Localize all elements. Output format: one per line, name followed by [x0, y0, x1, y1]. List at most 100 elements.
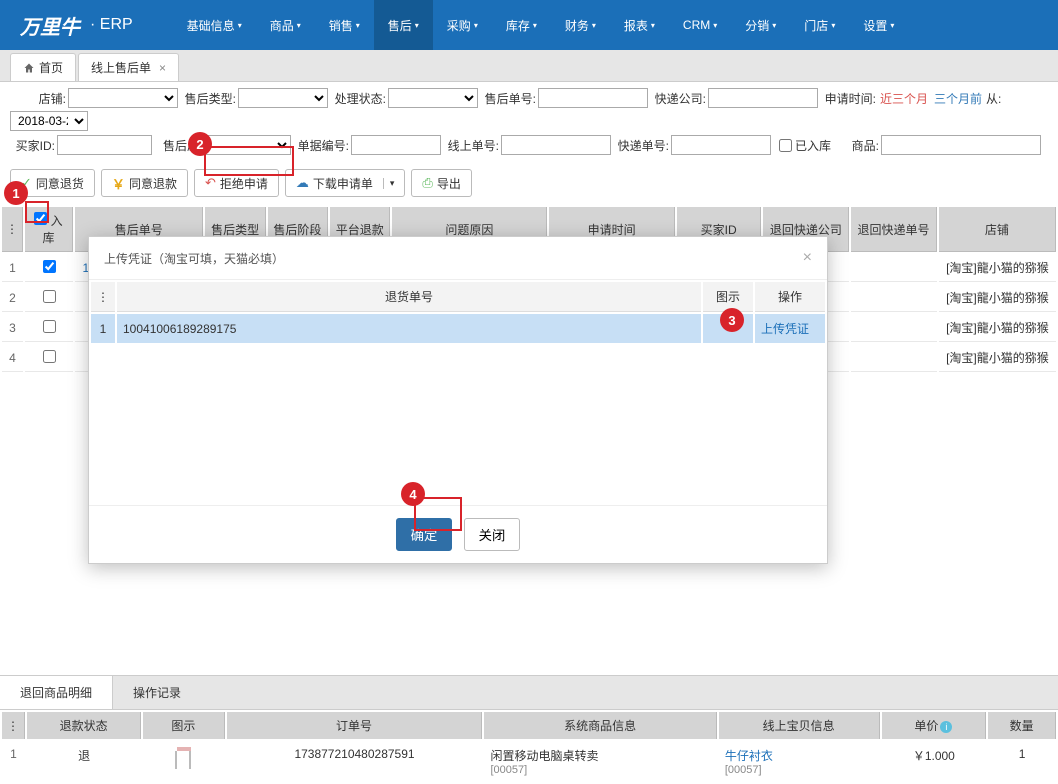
btn-reject[interactable]: ↶拒绝申请	[194, 169, 279, 197]
step-marker-3: 3	[720, 308, 744, 332]
row-checkbox[interactable]	[43, 260, 56, 273]
input-doc-no[interactable]	[351, 135, 441, 155]
detail-online-code: [00057]	[725, 764, 874, 776]
select-after-reason[interactable]	[201, 135, 291, 155]
input-goods[interactable]	[881, 135, 1041, 155]
col-11: 店铺	[939, 207, 1056, 252]
link-near-3m[interactable]: 近三个月	[880, 90, 928, 107]
select-date-from[interactable]: 2018-03-21	[10, 111, 88, 131]
detail-status: 退	[27, 741, 141, 782]
product-thumb-icon	[169, 747, 199, 772]
btn-close[interactable]: 关闭	[464, 518, 521, 551]
input-express-company[interactable]	[708, 88, 818, 108]
modal-close-icon[interactable]: ×	[803, 249, 812, 267]
tab-aftersale-label: 线上售后单	[91, 59, 151, 76]
nav-item-11[interactable]: 设置▾	[849, 0, 908, 50]
label-apply-time: 申请时间:	[820, 90, 876, 107]
dcol-5: 线上宝贝信息	[719, 712, 880, 739]
detail-sys-code: [00057]	[490, 764, 710, 776]
nav-item-4[interactable]: 采购▾	[433, 0, 492, 50]
chevron-down-icon: ▾	[297, 21, 301, 30]
tab-aftersale[interactable]: 线上售后单 ×	[78, 53, 179, 81]
page-tabs: 首页 线上售后单 ×	[0, 50, 1058, 82]
modal-col-menu: ⋮	[91, 282, 115, 312]
chevron-down-icon: ▾	[238, 21, 242, 30]
upload-link[interactable]: 上传凭证	[761, 322, 809, 336]
chevron-down-icon: ▾	[651, 21, 655, 30]
btn-download-label: 下载申请单	[313, 175, 373, 192]
export-icon: ⎙	[422, 175, 432, 191]
modal-row[interactable]: 1 10041006189289175 上传凭证	[91, 314, 825, 343]
chevron-down-icon[interactable]: ▾	[383, 178, 395, 189]
upload-modal: 上传凭证（淘宝可填，天猫必填） × ⋮ 退货单号 图示 操作 1 1004100…	[88, 236, 828, 564]
label-buyer-id: 买家ID:	[10, 137, 55, 154]
nav-item-3[interactable]: 售后▾	[374, 0, 433, 50]
chevron-down-icon: ▾	[415, 21, 419, 30]
yen-icon: ￥	[112, 174, 125, 193]
row-checkbox[interactable]	[43, 350, 56, 363]
nav-item-7[interactable]: 报表▾	[610, 0, 669, 50]
step-marker-1: 1	[4, 181, 28, 205]
label-process-status: 处理状态:	[330, 90, 386, 107]
select-process-status[interactable]	[388, 88, 478, 108]
col-10: 退回快递单号	[851, 207, 937, 252]
nav-item-8[interactable]: CRM▾	[669, 0, 731, 50]
link-before-3m[interactable]: 三个月前	[934, 90, 982, 107]
btn-agree-refund[interactable]: ￥同意退款	[101, 169, 188, 197]
btn-ok[interactable]: 确定	[396, 518, 453, 551]
toolbar: ✓同意退货 ￥同意退款 ↶拒绝申请 ☁下载申请单▾ ⎙导出	[0, 165, 1058, 205]
checkbox-in-storage[interactable]	[779, 139, 792, 152]
label-goods: 商品:	[839, 137, 879, 154]
input-buyer-id[interactable]	[57, 135, 152, 155]
nav-item-5[interactable]: 库存▾	[492, 0, 551, 50]
select-shop[interactable]	[68, 88, 178, 108]
modal-row-doc: 10041006189289175	[117, 314, 701, 343]
col-1: 入库	[25, 207, 73, 252]
top-nav: 万里牛 · ERP 基础信息▾商品▾销售▾售后▾采购▾库存▾财务▾报表▾CRM▾…	[0, 0, 1058, 50]
detail-table: ⋮退款状态图示订单号系统商品信息线上宝贝信息单价i数量 1 退 17387721…	[0, 710, 1058, 784]
nav-item-10[interactable]: 门店▾	[790, 0, 849, 50]
row-checkbox[interactable]	[43, 290, 56, 303]
detail-qty: 1	[988, 741, 1056, 782]
nav-item-2[interactable]: 销售▾	[315, 0, 374, 50]
dcol-6: 单价i	[882, 712, 987, 739]
dcol-0: ⋮	[2, 712, 25, 739]
nav-item-6[interactable]: 财务▾	[551, 0, 610, 50]
detail-order: 173877210480287591	[227, 741, 483, 782]
chevron-down-icon: ▾	[356, 21, 360, 30]
nav-item-9[interactable]: 分销▾	[731, 0, 790, 50]
dcol-4: 系统商品信息	[484, 712, 716, 739]
close-icon[interactable]: ×	[159, 61, 166, 75]
detail-online-name[interactable]: 牛仔衬衣	[725, 747, 874, 764]
btn-agree-refund-label: 同意退款	[129, 175, 177, 192]
app-logo: 万里牛	[20, 11, 80, 40]
filter-row-1: 店铺: 售后类型: 处理状态: 售后单号: 快递公司: 申请时间: 近三个月 三…	[10, 88, 1048, 131]
select-after-type[interactable]	[238, 88, 328, 108]
nav-item-1[interactable]: 商品▾	[256, 0, 315, 50]
detail-sys-name: 闲置移动电脑桌转卖	[490, 747, 710, 764]
chevron-down-icon: ▾	[533, 21, 537, 30]
nav-item-0[interactable]: 基础信息▾	[173, 0, 256, 50]
detail-idx: 1	[2, 741, 25, 782]
chevron-down-icon: ▾	[831, 21, 835, 30]
modal-body: ⋮ 退货单号 图示 操作 1 10041006189289175 上传凭证	[89, 280, 827, 345]
tab-op-log[interactable]: 操作记录	[113, 676, 201, 709]
btn-download[interactable]: ☁下载申请单▾	[285, 169, 406, 197]
checkbox-all[interactable]	[34, 212, 47, 225]
modal-row-idx: 1	[91, 314, 115, 343]
input-online-no[interactable]	[501, 135, 611, 155]
label-from: 从:	[986, 90, 1001, 107]
dcol-3: 订单号	[227, 712, 483, 739]
filter-area: 店铺: 售后类型: 处理状态: 售后单号: 快递公司: 申请时间: 近三个月 三…	[0, 82, 1058, 165]
tab-home-label: 首页	[39, 59, 63, 76]
detail-sys: 闲置移动电脑桌转卖 [00057]	[484, 741, 716, 782]
input-express-no[interactable]	[671, 135, 771, 155]
detail-row[interactable]: 1 退 173877210480287591 闲置移动电脑桌转卖 [00057]…	[2, 741, 1056, 782]
input-after-order-no[interactable]	[538, 88, 648, 108]
tab-home[interactable]: 首页	[10, 53, 76, 81]
row-checkbox[interactable]	[43, 320, 56, 333]
label-in-storage: 已入库	[795, 137, 831, 154]
btn-export[interactable]: ⎙导出	[411, 169, 471, 197]
label-after-type: 售后类型:	[180, 90, 236, 107]
tab-return-detail[interactable]: 退回商品明细	[0, 676, 113, 709]
